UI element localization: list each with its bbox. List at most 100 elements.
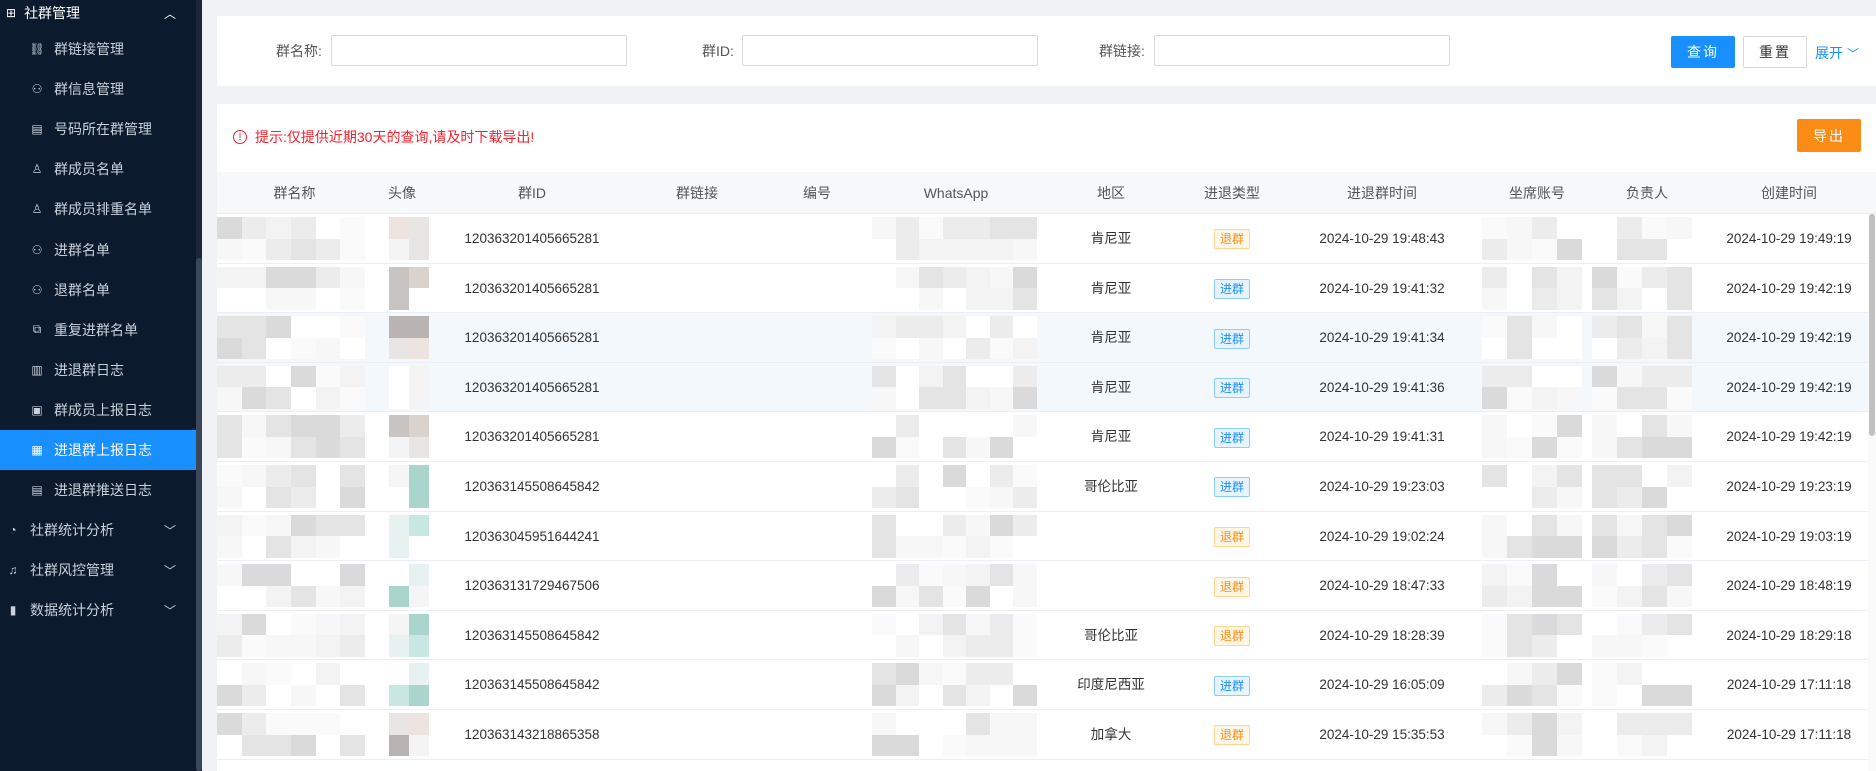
group-link-label: 群链接: <box>1099 43 1145 59</box>
sidebar-item[interactable]: ♙ 群成员名单 <box>0 149 196 189</box>
type-cell: 退群 <box>1182 214 1282 263</box>
table-row[interactable]: 120363131729467506 退群 2024-10-29 18:47:33 2… <box>217 561 1876 611</box>
column-header: 群ID <box>518 185 546 201</box>
sidebar-group[interactable]: ▮ 数据统计分析 ﹀ <box>0 590 196 630</box>
column-header: 坐席账号 <box>1509 185 1565 201</box>
sidebar-group-label: 数据统计分析 <box>30 602 114 619</box>
sidebar-item[interactable]: ⚇ 群信息管理 <box>0 69 196 109</box>
table-scrollbar-thumb[interactable] <box>1869 214 1875 436</box>
sidebar-item[interactable]: ⛓ 群链接管理 <box>0 29 196 69</box>
table-row[interactable]: 120363201405665281 肯尼亚 退群 2024-10-29 19:48:… <box>217 214 1876 264</box>
table-row[interactable]: 120363201405665281 肯尼亚 进群 2024-10-29 19:41:… <box>217 412 1876 462</box>
pixelated-content <box>1592 316 1692 360</box>
pixelated-content <box>1482 266 1582 310</box>
sidebar-section-title: 社群管理 <box>24 5 81 21</box>
table-row[interactable]: 120363201405665281 肯尼亚 进群 2024-10-29 19:41:… <box>217 263 1876 314</box>
status-badge: 退群 <box>1213 527 1250 548</box>
pixelated-content <box>217 266 365 310</box>
pixelated-content <box>389 564 429 608</box>
table-row[interactable]: 120363045951644241 退群 2024-10-29 19:02:24 2… <box>217 511 1876 562</box>
group-id-cell: 120363201405665281 <box>464 280 600 296</box>
sidebar-item[interactable]: ▤ 进退群推送日志 <box>0 470 196 510</box>
sidebar-group[interactable]: ♫ 社群风控管理 ﹀ <box>0 550 196 590</box>
group-name-input[interactable] <box>331 35 627 66</box>
status-badge: 退群 <box>1213 626 1250 647</box>
table-row[interactable]: 120363145508645842 哥伦比亚 退群 2024-10-29 18:28… <box>217 610 1876 661</box>
community-icon: ⊞ <box>6 6 17 20</box>
action-time-cell: 2024-10-29 19:02:24 <box>1319 528 1445 544</box>
sidebar-item[interactable]: ⚇ 退群名单 <box>0 270 196 310</box>
table-row[interactable]: 120363145508645842 哥伦比亚 进群 2024-10-29 19:23… <box>217 462 1876 512</box>
notice-banner: ! 提示:仅提供近期30天的查询,请及时下载导出! <box>233 127 534 147</box>
sidebar-group-label: 社群风控管理 <box>30 562 114 579</box>
reset-button[interactable]: 重置 <box>1743 36 1807 68</box>
pixelated-content <box>217 564 365 608</box>
group-id-cell: 120363201405665281 <box>464 330 600 346</box>
pixelated-content <box>217 663 365 707</box>
group-id-input[interactable] <box>742 35 1038 66</box>
status-badge: 进群 <box>1213 675 1250 696</box>
region-cell: 肯尼亚 <box>1090 429 1132 445</box>
sidebar-item[interactable]: ⚇ 进群名单 <box>0 229 196 269</box>
group-name-label: 群名称: <box>276 43 322 59</box>
pixelated-content <box>217 316 365 360</box>
table-row[interactable]: 120363145508645842 印度尼西亚 进群 2024-10-29 16:0… <box>217 660 1876 710</box>
pixelated-content <box>217 613 365 657</box>
sidebar-item-label: 群链接管理 <box>54 41 124 58</box>
column-header: 群链接 <box>676 185 718 201</box>
sidebar-item-label: 群成员名单 <box>54 161 124 178</box>
sidebar-item-label: 重复进群名单 <box>54 321 138 338</box>
sidebar-scrollbar-thumb[interactable] <box>196 258 202 771</box>
region-cell: 肯尼亚 <box>1090 330 1132 346</box>
expand-link[interactable]: 展开 ﹀ <box>1815 43 1859 63</box>
sidebar-item[interactable]: ⧉ 重复进群名单 <box>0 310 196 350</box>
sidebar-section-community[interactable]: ⊞ 社群管理 ︿ <box>0 0 196 26</box>
pixelated-content <box>1482 316 1582 360</box>
column-header: 编号 <box>803 185 831 201</box>
type-cell: 退群 <box>1182 710 1282 759</box>
group-link-input[interactable] <box>1154 35 1450 66</box>
user-icon: ♙ <box>31 202 43 217</box>
pixelated-content <box>872 316 1037 360</box>
sidebar-item[interactable]: ▤ 号码所在群管理 <box>0 109 196 149</box>
pixelated-content <box>872 465 1037 508</box>
sidebar-item[interactable]: ▥ 进退群日志 <box>0 350 196 390</box>
action-time-cell: 2024-10-29 18:28:39 <box>1319 627 1445 643</box>
table-row[interactable]: 120363143218865358 加拿大 退群 2024-10-29 15:35:… <box>217 710 1876 760</box>
user-in-icon: ⚇ <box>31 242 43 257</box>
pixelated-content <box>217 713 365 756</box>
sidebar-item[interactable]: ▦ 进退群上报日志 <box>0 429 196 471</box>
action-time-cell: 2024-10-29 18:47:33 <box>1319 578 1445 594</box>
sidebar-item-label: 进退群上报日志 <box>54 441 152 458</box>
table-row[interactable]: 120363201405665281 肯尼亚 进群 2024-10-29 19:41:… <box>217 362 1876 413</box>
pixelated-content <box>872 365 1037 409</box>
region-cell <box>1040 561 1182 610</box>
report-icon: ▣ <box>31 402 43 417</box>
card-icon: ▤ <box>31 122 43 137</box>
created-time-cell: 2024-10-29 19:42:19 <box>1726 330 1852 346</box>
pixelated-content <box>872 613 1037 657</box>
table-scrollbar[interactable] <box>1868 214 1876 771</box>
export-button[interactable]: 导出 <box>1797 119 1861 152</box>
type-cell: 退群 <box>1182 561 1282 610</box>
sidebar-scrollbar[interactable] <box>196 0 202 771</box>
type-cell: 退群 <box>1182 611 1282 660</box>
column-header: 创建时间 <box>1761 185 1817 201</box>
sidebar-group[interactable]: ◔ 社群统计分析 ﹀ <box>0 510 196 550</box>
pixelated-content <box>1592 713 1692 756</box>
group-id-cell: 120363145508645842 <box>464 479 600 494</box>
action-time-cell: 2024-10-29 16:05:09 <box>1319 677 1445 693</box>
pixelated-content <box>1592 266 1692 310</box>
expand-label: 展开 <box>1815 45 1843 61</box>
sidebar-item-label: 群信息管理 <box>54 81 124 98</box>
sidebar-item[interactable]: ♙ 群成员排重名单 <box>0 189 196 229</box>
table-row[interactable]: 120363201405665281 肯尼亚 进群 2024-10-29 19:41:… <box>217 313 1876 363</box>
query-button[interactable]: 查询 <box>1671 36 1735 68</box>
bar-chart-icon: ▮ <box>9 603 17 618</box>
column-header: 头像 <box>388 185 416 201</box>
user-group-icon: ⚇ <box>31 82 43 97</box>
sidebar-item[interactable]: ▣ 群成员上报日志 <box>0 390 196 430</box>
link-icon: ⛓ <box>29 42 45 57</box>
table-header: 群名称 头像 群ID 群链接 编号 WhatsApp 地区 进退类型 进退群时间 坐席账号 负责人 创… <box>217 172 1876 214</box>
sidebar-item-label: 群成员上报日志 <box>54 401 152 418</box>
